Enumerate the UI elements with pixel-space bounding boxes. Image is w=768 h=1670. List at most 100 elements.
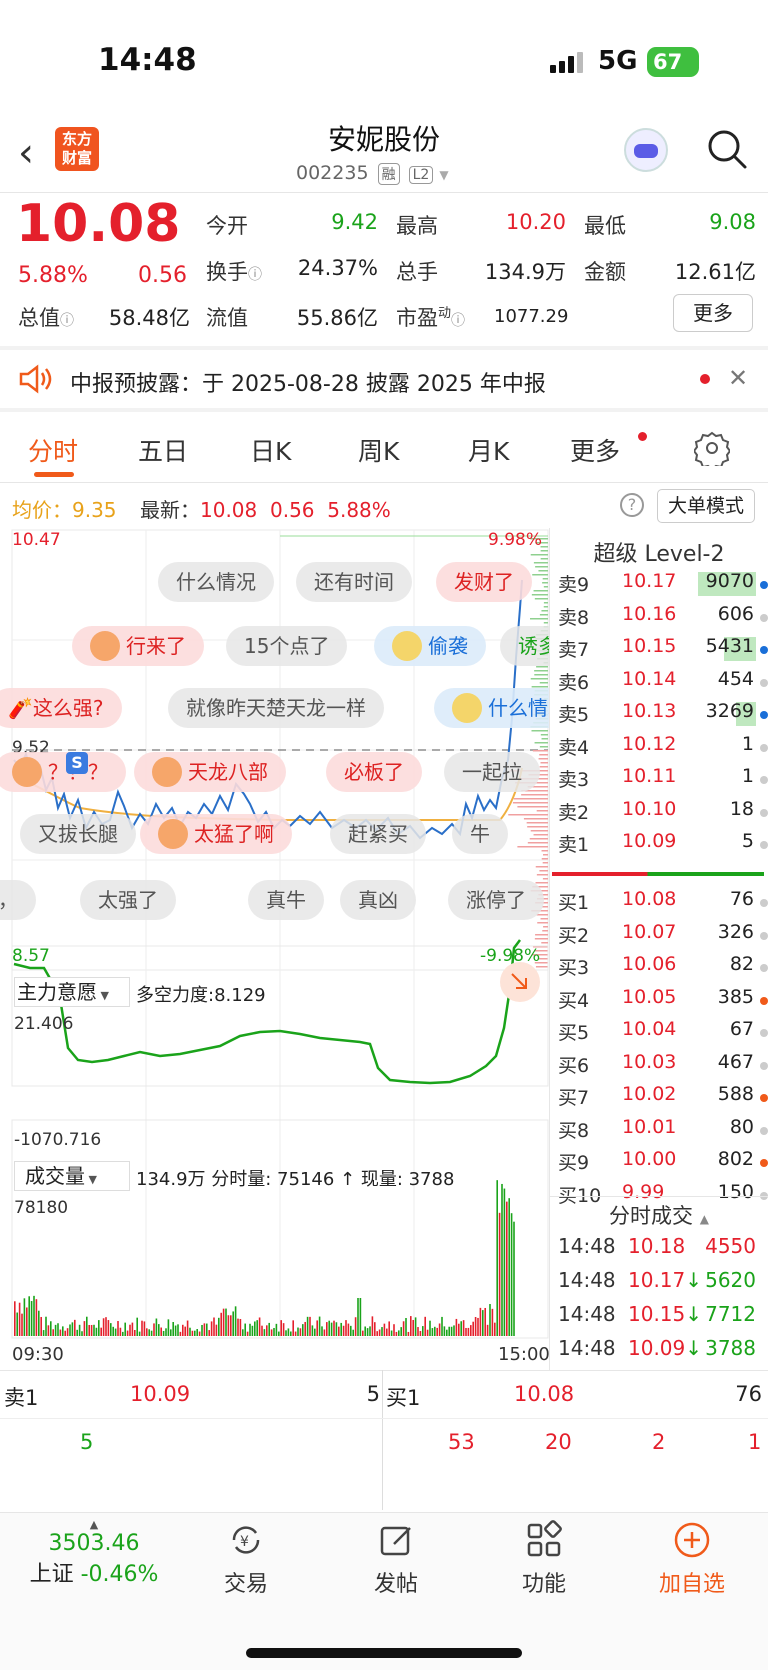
danmu-bubble[interactable]: 一起拉	[444, 752, 540, 792]
danmu-bubble[interactable]: 发财了	[436, 562, 532, 602]
nav-features[interactable]: 功能	[494, 1520, 594, 1598]
floatcap-value: 55.86亿	[296, 306, 378, 330]
ask-order-queue: 5	[80, 1430, 94, 1454]
ask-level: 卖2	[558, 801, 590, 824]
ask-row[interactable]: 卖6 10.14 454	[558, 668, 768, 698]
danmu-bubble[interactable]: 牛	[452, 814, 508, 854]
volume-bar	[292, 1320, 294, 1336]
robot-assistant-icon[interactable]	[624, 128, 668, 172]
ask-row[interactable]: 卖8 10.16 606	[558, 603, 768, 633]
index-widget[interactable]: ▲ 3503.46 上证 -0.46%	[14, 1518, 174, 1588]
nav-trade[interactable]: ¥ 交易	[196, 1520, 296, 1598]
nav-post[interactable]: 发帖	[346, 1520, 446, 1598]
danmu-bubble[interactable]: ，	[0, 880, 36, 920]
bid-row[interactable]: 买8 10.01 80	[558, 1116, 768, 1146]
stock-code-row[interactable]: 002235 融 L2 ▼	[296, 162, 449, 185]
tab-more[interactable]: 更多	[570, 432, 620, 468]
danmu-bubble[interactable]: 什么情况	[434, 688, 550, 728]
tab-intraday[interactable]: 分时	[28, 432, 78, 468]
danmu-bubble[interactable]: 赶紧买	[330, 814, 426, 854]
volume-bar	[383, 1323, 386, 1336]
volume-bar	[275, 1323, 278, 1336]
tick-time: 14:48	[558, 1302, 616, 1326]
volume-selector[interactable]: 成交量 ▼	[14, 1161, 130, 1191]
danmu-bubble[interactable]: 涨停了	[448, 880, 544, 920]
search-icon[interactable]	[706, 128, 748, 170]
danmu-bubble[interactable]: 必板了	[326, 752, 422, 792]
danmu-bubble[interactable]: 行来了	[72, 626, 204, 666]
bid-row[interactable]: 买4 10.05 385	[558, 985, 768, 1016]
volume-bar	[486, 1324, 489, 1336]
volume-bar	[453, 1325, 455, 1336]
bid-row[interactable]: 买2 10.07 326	[558, 921, 768, 951]
ask-row[interactable]: 卖9 10.17 9070	[558, 570, 768, 600]
danmu-bubble[interactable]: 诱多	[500, 626, 550, 666]
volume-bar	[326, 1322, 328, 1336]
tab-weekly-k[interactable]: 周K	[358, 432, 399, 468]
ask-row[interactable]: 卖2 10.10 18	[558, 798, 768, 828]
bid-row[interactable]: 买6 10.03 467	[558, 1051, 768, 1081]
danmu-bubble[interactable]: 还有时间	[296, 562, 412, 602]
big-order-mode-button[interactable]: 大单模式	[657, 489, 755, 523]
bid-volume: 385	[717, 985, 754, 1008]
ask-row[interactable]: 卖5 10.13 3269	[558, 700, 768, 730]
tab-5day[interactable]: 五日	[138, 432, 188, 468]
order-book-title[interactable]: 超级 Level-2	[550, 536, 768, 568]
volume-bar	[321, 1326, 323, 1336]
ask-row[interactable]: 卖3 10.11 1	[558, 765, 768, 795]
danmu-bubble[interactable]: 什么情况	[158, 562, 274, 602]
danmu-bubble[interactable]: 太猛了啊	[140, 814, 292, 854]
volume-bar	[376, 1331, 378, 1336]
bid-row[interactable]: 买1 10.08 76	[558, 888, 768, 918]
ask-row[interactable]: 卖7 10.15 5431	[558, 635, 768, 665]
ask-volume: 3269	[705, 700, 754, 722]
volume-bar	[136, 1317, 138, 1336]
danmu-bubble[interactable]: 就像昨天楚天龙一样	[168, 688, 384, 728]
nav-add-watchlist[interactable]: 加自选	[642, 1520, 742, 1598]
volume-bar	[309, 1316, 311, 1336]
volume-bar	[98, 1320, 100, 1336]
volume-bar	[340, 1322, 342, 1336]
ask-row[interactable]: 卖4 10.12 1	[558, 733, 768, 763]
pe-value: 1077.29	[494, 306, 569, 327]
main-force-selector[interactable]: 主力意愿 ▼	[14, 977, 130, 1007]
danmu-bubble[interactable]: 真牛	[248, 880, 324, 920]
dot-icon	[760, 931, 768, 940]
volume-bar	[76, 1329, 78, 1336]
volume-bar	[16, 1312, 18, 1336]
danmu-bubble[interactable]: 15个点了	[226, 626, 348, 666]
danmu-bubble[interactable]: 🧨这么强?	[0, 688, 122, 728]
ask-row[interactable]: 卖1 10.09 5	[558, 830, 768, 860]
bid-row[interactable]: 买7 10.02 588	[558, 1083, 768, 1113]
danmu-bubble[interactable]: 真凶	[340, 880, 416, 920]
danmu-bubble[interactable]: 偷袭	[374, 626, 486, 666]
more-button[interactable]: 更多	[673, 294, 753, 332]
notice-text[interactable]: 中报预披露：于 2025-08-28 披露 2025 年中报	[70, 366, 546, 398]
danmu-bubble[interactable]: 太强了	[80, 880, 176, 920]
volume-bar	[179, 1331, 182, 1336]
ticks-title[interactable]: 分时成交 ▲	[550, 1200, 768, 1230]
s-marker-icon[interactable]: S	[66, 752, 88, 774]
help-icon[interactable]: ?	[620, 493, 644, 517]
bid-row[interactable]: 买5 10.04 67	[558, 1018, 768, 1048]
close-icon[interactable]: ✕	[728, 364, 748, 392]
current-price: 10.08	[16, 194, 181, 254]
bid-row[interactable]: 买9 10.00 802	[558, 1148, 768, 1178]
tab-monthly-k[interactable]: 月K	[468, 432, 509, 468]
bid-level: 买2	[558, 924, 590, 947]
volume-bar	[69, 1324, 71, 1336]
danmu-bubble[interactable]: ？？？	[0, 752, 126, 792]
speaker-icon	[19, 364, 52, 394]
volume-bar	[328, 1320, 330, 1336]
gear-icon[interactable]	[694, 430, 730, 466]
volume-bar	[251, 1325, 254, 1336]
ask-level: 卖3	[558, 769, 590, 791]
bid-level: 买7	[558, 1087, 590, 1109]
volume-bar	[220, 1312, 222, 1336]
danmu-bubble[interactable]: 天龙八部	[134, 752, 286, 792]
volume-bar	[318, 1316, 321, 1336]
dot-icon	[760, 581, 768, 589]
tab-daily-k[interactable]: 日K	[250, 432, 291, 468]
danmu-bubble[interactable]: 又拔长腿	[20, 814, 136, 854]
bid-row[interactable]: 买3 10.06 82	[558, 953, 768, 983]
